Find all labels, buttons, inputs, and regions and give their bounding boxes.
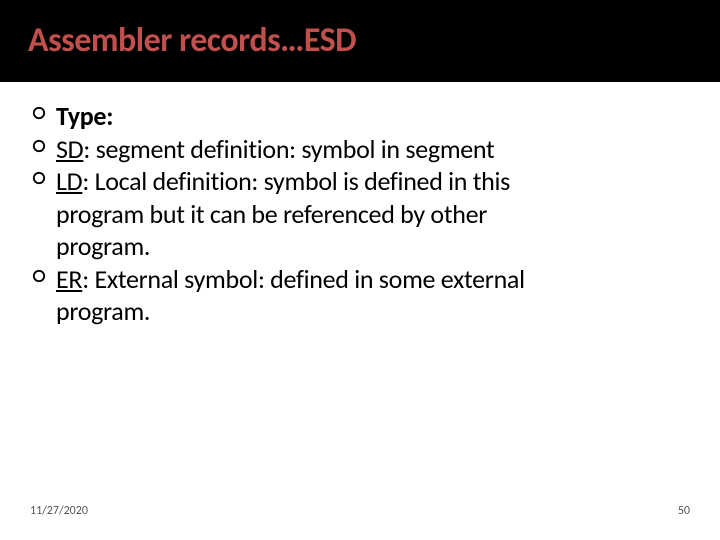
bullet-icon — [32, 106, 52, 120]
ld-continuation-1: program but it can be referenced by othe… — [32, 198, 688, 231]
sd-label: SD — [56, 133, 83, 165]
footer-date: 11/27/2020 — [30, 504, 88, 518]
footer-page-number: 50 — [678, 504, 690, 518]
bullet-text: Type: — [56, 100, 688, 133]
slide-title: Assembler records…ESD — [28, 20, 356, 61]
slide-content: Type: SD: segment definition: symbol in … — [0, 82, 720, 328]
er-continuation-1: program. — [32, 295, 688, 328]
bullet-text: ER: External symbol: defined in some ext… — [56, 263, 688, 296]
bullet-er: ER: External symbol: defined in some ext… — [32, 263, 688, 296]
bullet-type: Type: — [32, 100, 688, 133]
er-label: ER — [56, 263, 82, 295]
er-rest: : External symbol: defined in some exter… — [82, 263, 525, 295]
bullet-text: LD: Local definition: symbol is defined … — [56, 165, 688, 198]
sd-rest: : segment definition: symbol in segment — [83, 133, 494, 165]
bullet-text: SD: segment definition: symbol in segmen… — [56, 133, 688, 166]
slide-footer: 11/27/2020 50 — [0, 504, 720, 518]
ld-rest: : Local definition: symbol is defined in… — [82, 165, 510, 197]
title-bar: Assembler records…ESD — [0, 0, 720, 82]
bullet-icon — [32, 171, 52, 185]
ld-continuation-2: program. — [32, 230, 688, 263]
bullet-sd: SD: segment definition: symbol in segmen… — [32, 133, 688, 166]
bullet-icon — [32, 269, 52, 283]
bullet-ld: LD: Local definition: symbol is defined … — [32, 165, 688, 198]
ld-label: LD — [56, 165, 82, 197]
bullet-icon — [32, 139, 52, 153]
